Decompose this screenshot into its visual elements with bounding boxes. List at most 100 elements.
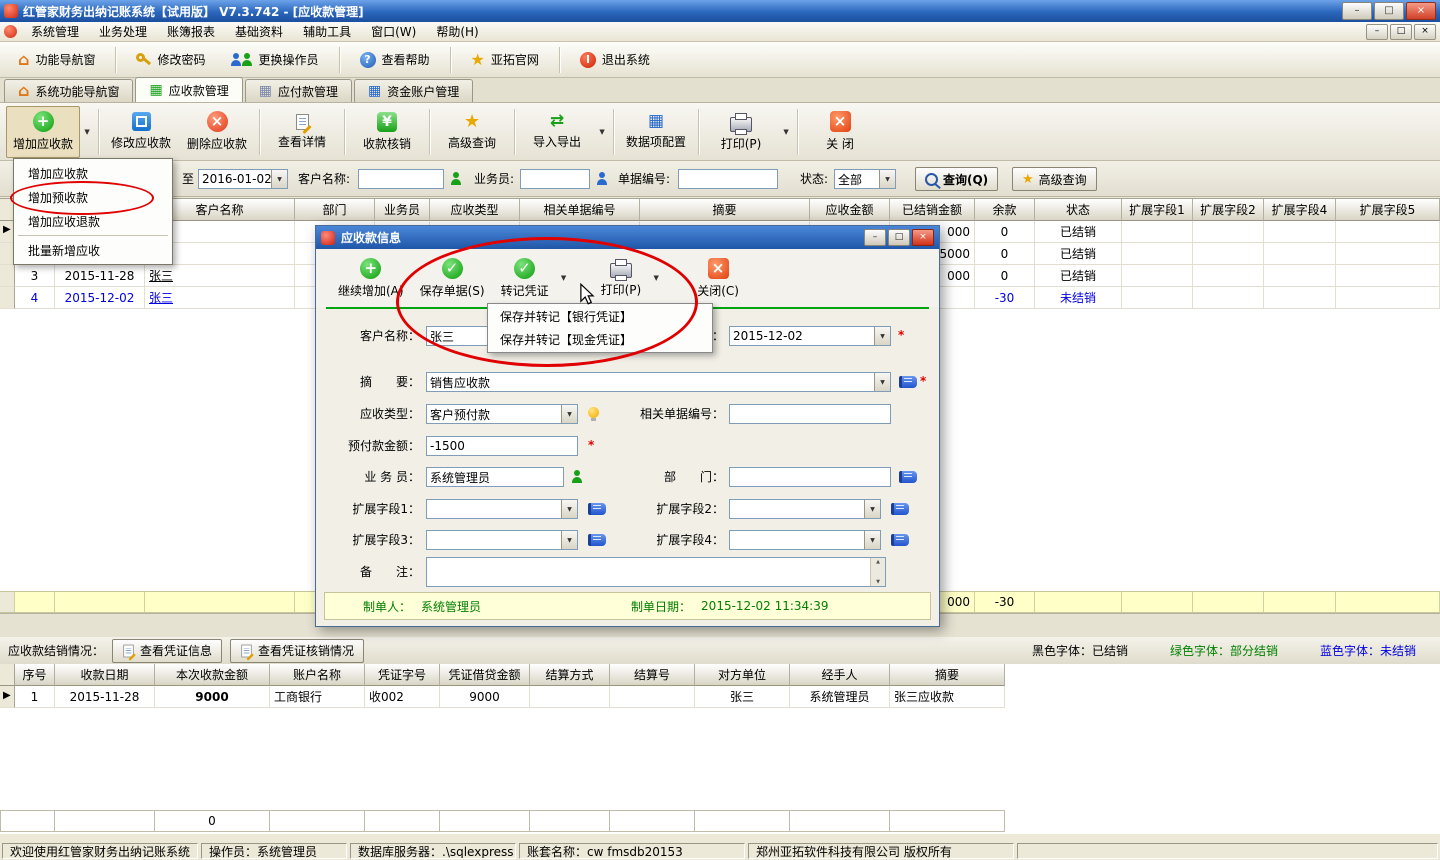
date-to-combo[interactable]: 2016-01-02 ▼: [198, 169, 288, 189]
view-detail-button[interactable]: 查看详情: [264, 106, 340, 158]
cell-ext1[interactable]: [1122, 287, 1193, 309]
column-header[interactable]: 结算号: [610, 664, 695, 686]
cell-seq[interactable]: 4: [15, 287, 55, 309]
delete-receivable-button[interactable]: × 删除应收款: [179, 106, 255, 158]
cell-ext1[interactable]: [1122, 221, 1193, 243]
query-button[interactable]: 查询(Q): [915, 167, 998, 191]
cell-settle-no[interactable]: [610, 686, 695, 708]
cell-settle-method[interactable]: [530, 686, 610, 708]
tab-nav-window[interactable]: ⌂ 系统功能导航窗: [4, 79, 133, 102]
column-header[interactable]: 收款日期: [55, 664, 155, 686]
cell-ext4[interactable]: [1336, 243, 1440, 265]
cell-customer[interactable]: 张三: [145, 265, 295, 287]
window-maximize-button[interactable]: □: [1374, 2, 1404, 20]
column-header[interactable]: 业务员: [375, 199, 430, 221]
menu-item-save-bank-voucher[interactable]: 保存并转记【银行凭证】: [488, 305, 712, 328]
menu-item[interactable]: 窗口(W): [362, 21, 425, 42]
window-close-button[interactable]: ×: [1406, 2, 1436, 20]
ext1-combo[interactable]: ▼: [426, 499, 578, 519]
tab-payables[interactable]: ▦ 应付款管理: [245, 79, 352, 102]
column-header[interactable]: 扩展字段1: [1122, 199, 1193, 221]
scroll-up-icon[interactable]: ▲: [876, 559, 880, 565]
import-export-button[interactable]: ⇄ 导入导出: [519, 106, 595, 158]
view-help-button[interactable]: ? 查看帮助: [350, 47, 440, 72]
column-header[interactable]: 相关单据编号: [520, 199, 640, 221]
customer-name-input[interactable]: [358, 169, 444, 189]
table-row[interactable]: 1 2015-11-28 9000 工商银行 收002 9000 张三 系统管理…: [0, 686, 1005, 708]
data-config-button[interactable]: ▦ 数据项配置: [618, 106, 694, 158]
cell-ext4[interactable]: [1336, 287, 1440, 309]
cell-ext1[interactable]: [1122, 265, 1193, 287]
advanced-query-button[interactable]: ★ 高级查询: [434, 106, 510, 158]
menu-item[interactable]: 帮助(H): [427, 21, 487, 42]
cell-balance[interactable]: 0: [975, 221, 1035, 243]
doc-date-combo[interactable]: 2015-12-02 ▼: [729, 326, 891, 346]
cell-balance[interactable]: -30: [975, 287, 1035, 309]
menu-item[interactable]: 业务处理: [90, 21, 156, 42]
column-header[interactable]: 状态: [1035, 199, 1122, 221]
menu-item[interactable]: 系统管理: [22, 21, 88, 42]
cell-ext3[interactable]: [1264, 287, 1336, 309]
column-header[interactable]: 本次收款金额: [155, 664, 270, 686]
cell-status[interactable]: 已结销: [1035, 243, 1122, 265]
post-voucher-button[interactable]: ✓ 转记凭证: [493, 256, 557, 301]
change-password-button[interactable]: 修改密码: [126, 47, 215, 72]
cell-date[interactable]: 2015-11-28: [55, 265, 145, 287]
add-receivable-dropdown-arrow[interactable]: ▼: [80, 106, 94, 158]
chevron-down-icon[interactable]: ▼: [561, 405, 577, 423]
summary-combo[interactable]: 销售应收款 ▼: [426, 372, 891, 392]
textarea-scrollbar[interactable]: ▲ ▼: [870, 558, 885, 586]
exit-system-button[interactable]: 退出系统: [570, 47, 660, 72]
column-header[interactable]: 摘要: [890, 664, 1005, 686]
column-header[interactable]: 对方单位: [695, 664, 790, 686]
column-header[interactable]: 扩展字段4: [1264, 199, 1336, 221]
mdi-close-button[interactable]: ×: [1414, 24, 1436, 40]
dialog-maximize-button[interactable]: □: [888, 229, 910, 246]
ext3-combo[interactable]: ▼: [426, 530, 578, 550]
cell-counterparty[interactable]: 张三: [695, 686, 790, 708]
person-icon[interactable]: [451, 172, 461, 185]
dialog-minimize-button[interactable]: –: [864, 229, 886, 246]
advanced-query-filter-button[interactable]: ★ 高级查询: [1012, 167, 1097, 191]
cell-status[interactable]: 已结销: [1035, 221, 1122, 243]
person-icon[interactable]: [597, 172, 607, 185]
dialog-close-button[interactable]: ×: [912, 229, 934, 246]
related-doc-input[interactable]: [729, 404, 891, 424]
cell-status[interactable]: 未结销: [1035, 287, 1122, 309]
book-lookup-icon[interactable]: [899, 471, 917, 483]
status-combo[interactable]: 全部 ▼: [834, 169, 896, 189]
cell-ext1[interactable]: [1122, 243, 1193, 265]
menu-item-add-refund[interactable]: 增加应收退款: [14, 209, 172, 233]
nav-window-button[interactable]: ⌂ 功能导航窗: [8, 47, 105, 72]
mdi-minimize-button[interactable]: –: [1366, 24, 1388, 40]
column-header[interactable]: 序号: [15, 664, 55, 686]
cell-ext4[interactable]: [1336, 221, 1440, 243]
menu-item-add-prereceipt[interactable]: 增加预收款: [14, 185, 172, 209]
cell-date[interactable]: 2015-12-02: [55, 287, 145, 309]
remark-textarea[interactable]: ▲ ▼: [426, 557, 886, 587]
column-header[interactable]: 已结销金额: [890, 199, 975, 221]
close-module-button[interactable]: × 关 闭: [802, 106, 878, 158]
cell-customer[interactable]: 张三: [145, 287, 295, 309]
column-header[interactable]: 扩展字段2: [1193, 199, 1264, 221]
cell-receipt-date[interactable]: 2015-11-28: [55, 686, 155, 708]
scroll-down-icon[interactable]: ▼: [876, 579, 880, 585]
cell-balance[interactable]: 0: [975, 243, 1035, 265]
column-header[interactable]: 账户名称: [270, 664, 365, 686]
view-voucher-info-button[interactable]: 查看凭证信息: [112, 639, 222, 663]
cell-seq[interactable]: 1: [15, 686, 55, 708]
column-header[interactable]: 余款: [975, 199, 1035, 221]
continue-add-button[interactable]: + 继续增加(A): [330, 256, 412, 301]
column-header[interactable]: 摘要: [640, 199, 810, 221]
cell-voucher-no[interactable]: 收002: [365, 686, 440, 708]
cell-receipt-amount[interactable]: 9000: [155, 686, 270, 708]
person-icon[interactable]: [572, 470, 582, 483]
book-lookup-icon[interactable]: [891, 534, 909, 546]
column-header[interactable]: 部门: [295, 199, 375, 221]
menu-item[interactable]: 账簿报表: [158, 21, 224, 42]
column-header[interactable]: 经手人: [790, 664, 890, 686]
menu-item[interactable]: 辅助工具: [294, 21, 360, 42]
chevron-down-icon[interactable]: ▼: [864, 500, 880, 518]
cell-status[interactable]: 已结销: [1035, 265, 1122, 287]
cell-ext3[interactable]: [1264, 221, 1336, 243]
